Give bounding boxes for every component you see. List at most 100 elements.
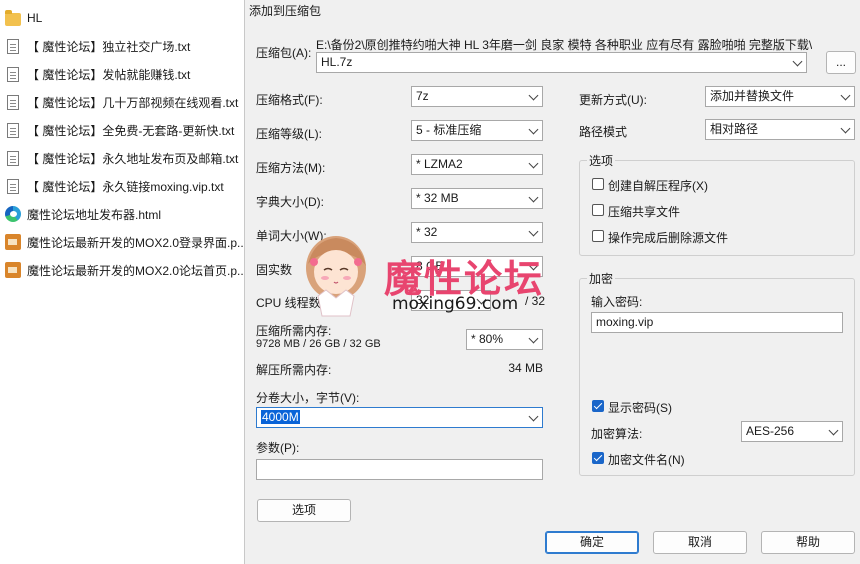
file-list-item-label: 【 魔性论坛】永久链接moxing.vip.txt [27, 179, 224, 194]
options-button[interactable]: 选项 [257, 499, 351, 522]
mem-usage-value: * 80% [471, 332, 504, 346]
enc-method-label: 加密算法: [591, 427, 643, 441]
shared-files-checkbox[interactable] [592, 204, 604, 216]
file-list-item[interactable]: 魔性论坛地址发布器.html [0, 202, 244, 226]
path-mode-select[interactable]: 相对路径 [705, 119, 855, 140]
ok-button[interactable]: 确定 [545, 531, 639, 554]
file-list-item[interactable]: 【 魔性论坛】全免费-无套路-更新快.txt [0, 118, 244, 142]
text-file-icon [7, 94, 19, 110]
shared-files-label: 压缩共享文件 [608, 205, 681, 219]
method-select[interactable]: * LZMA2 [411, 154, 543, 175]
file-list-item[interactable]: HL [0, 6, 244, 30]
encrypt-names-checkbox[interactable] [592, 452, 604, 464]
file-list-item-label: 【 魔性论坛】永久地址发布页及邮箱.txt [27, 151, 239, 166]
update-mode-select[interactable]: 添加并替换文件 [705, 86, 855, 107]
chevron-down-icon [528, 90, 539, 101]
file-list-item[interactable]: 魔性论坛最新开发的MOX2.0登录界面.p... [0, 230, 244, 254]
chevron-down-icon [840, 90, 851, 101]
delete-source-checkbox[interactable] [592, 230, 604, 242]
file-list-item[interactable]: 【 魔性论坛】发帖就能赚钱.txt [0, 62, 244, 86]
password-label: 输入密码: [591, 295, 643, 309]
method-value: * LZMA2 [416, 157, 463, 171]
anime-girl-mascot-icon [306, 236, 366, 317]
mem-label: 压缩所需内存: [256, 324, 332, 338]
watermark-overlay: 魔性论坛 moxing69.com [294, 220, 564, 320]
chevron-down-icon [528, 333, 539, 344]
file-list-item-label: 魔性论坛最新开发的MOX2.0论坛首页.p... [27, 263, 244, 278]
file-list-item[interactable]: 【 魔性论坛】几十万部视频在线观看.txt [0, 90, 244, 114]
help-button[interactable]: 帮助 [761, 531, 855, 554]
sfx-label: 创建自解压程序(X) [608, 179, 708, 193]
dialog-title: 添加到压缩包 [249, 4, 322, 18]
file-list-item[interactable]: 【 魔性论坛】永久链接moxing.vip.txt [0, 174, 244, 198]
format-value: 7z [416, 89, 429, 103]
delete-source-label: 操作完成后删除源文件 [608, 231, 729, 245]
file-list-item-label: 【 魔性论坛】全免费-无套路-更新快.txt [27, 123, 235, 138]
level-value: 5 - 标准压缩 [416, 123, 482, 137]
image-file-icon [5, 234, 21, 250]
show-password-label: 显示密码(S) [608, 401, 672, 415]
archive-name-combo[interactable]: HL.7z [316, 52, 807, 73]
format-label: 压缩格式(F): [256, 93, 323, 107]
chevron-down-icon [528, 124, 539, 135]
options-group-title: 选项 [587, 152, 616, 169]
volume-size-combo[interactable]: 4000M [256, 407, 543, 428]
solid-label: 固实数 [256, 263, 293, 277]
encrypt-names-label: 加密文件名(N) [608, 453, 685, 467]
file-explorer-list: HL 【 魔性论坛】独立社交广场.txt 【 魔性论坛】发帖就能赚钱.txt 【 魔性… [0, 0, 244, 564]
watermark-url: moxing69.com [392, 294, 519, 314]
dict-value: * 32 MB [416, 191, 459, 205]
chevron-down-icon [528, 158, 539, 169]
text-file-icon [7, 38, 19, 54]
file-list-item-label: 魔性论坛最新开发的MOX2.0登录界面.p... [27, 235, 244, 250]
params-label: 参数(P): [256, 441, 300, 455]
folder-icon [5, 9, 21, 26]
chevron-down-icon [528, 192, 539, 203]
chevron-down-icon [528, 411, 539, 422]
enc-method-select[interactable]: AES-256 [741, 421, 843, 442]
file-list-item[interactable]: 【 魔性论坛】独立社交广场.txt [0, 34, 244, 58]
file-list-item-label: 【 魔性论坛】发帖就能赚钱.txt [27, 67, 191, 82]
chevron-down-icon [792, 56, 803, 67]
file-list-item[interactable]: 【 魔性论坛】永久地址发布页及邮箱.txt [0, 146, 244, 170]
browse-button[interactable]: ... [826, 51, 856, 74]
text-file-icon [7, 66, 19, 82]
enc-method-value: AES-256 [746, 424, 795, 438]
decomp-value: 34 MB [508, 361, 543, 375]
text-file-icon [7, 122, 19, 138]
show-password-checkbox[interactable] [592, 400, 604, 412]
decomp-label: 解压所需内存: [256, 363, 332, 377]
params-input[interactable] [256, 459, 543, 480]
sfx-checkbox[interactable] [592, 178, 604, 190]
archive-name-value: HL.7z [321, 55, 353, 69]
image-file-icon [5, 262, 21, 278]
file-list-item-label: HL [27, 11, 43, 25]
level-select[interactable]: 5 - 标准压缩 [411, 120, 543, 141]
path-mode-value: 相对路径 [710, 122, 759, 136]
archive-path: E:\备份2\原创推特约啪大神 HL 3年磨一剑 良家 模特 各种职业 应有尽有… [316, 38, 812, 52]
file-list-item-label: 【 魔性论坛】几十万部视频在线观看.txt [27, 95, 239, 110]
dict-select[interactable]: * 32 MB [411, 188, 543, 209]
dict-label: 字典大小(D): [256, 195, 324, 209]
file-list-item[interactable]: 魔性论坛最新开发的MOX2.0论坛首页.p... [0, 258, 244, 282]
file-list-item-label: 魔性论坛地址发布器.html [27, 207, 162, 222]
edge-html-icon [5, 206, 21, 222]
file-list-item-label: 【 魔性论坛】独立社交广场.txt [27, 39, 191, 54]
archive-label: 压缩包(A): [256, 46, 312, 60]
method-label: 压缩方法(M): [256, 161, 326, 175]
encryption-group-title: 加密 [587, 270, 616, 287]
update-label: 更新方式(U): [579, 93, 647, 107]
chevron-down-icon [840, 123, 851, 134]
level-label: 压缩等级(L): [256, 127, 323, 141]
mem-detail: 9728 MB / 26 GB / 32 GB [256, 338, 381, 350]
format-select[interactable]: 7z [411, 86, 543, 107]
password-input[interactable]: moxing.vip [591, 312, 843, 333]
text-file-icon [7, 178, 19, 194]
update-mode-value: 添加并替换文件 [710, 89, 795, 103]
chevron-down-icon [828, 425, 839, 436]
volume-label: 分卷大小，字节(V): [256, 391, 360, 405]
cancel-button[interactable]: 取消 [653, 531, 747, 554]
mem-usage-select[interactable]: * 80% [466, 329, 543, 350]
text-file-icon [7, 150, 19, 166]
volume-size-value: 4000M [261, 410, 300, 424]
